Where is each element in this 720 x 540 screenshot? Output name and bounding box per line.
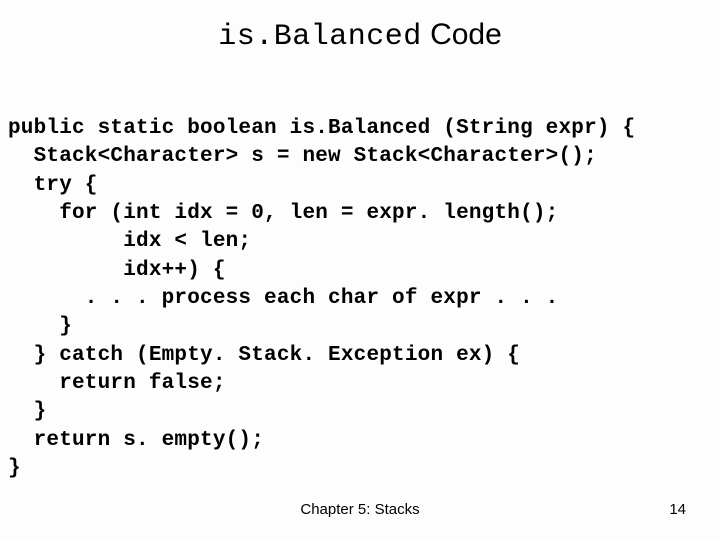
footer-chapter: Chapter 5: Stacks <box>0 501 720 518</box>
title-code-part: is.Balanced <box>218 20 422 54</box>
slide: is.Balanced Code public static boolean i… <box>0 0 720 540</box>
page-number: 14 <box>669 501 686 518</box>
title-text-part: Code <box>422 18 502 51</box>
slide-title: is.Balanced Code <box>0 18 720 54</box>
code-block: public static boolean is.Balanced (Strin… <box>8 115 712 483</box>
